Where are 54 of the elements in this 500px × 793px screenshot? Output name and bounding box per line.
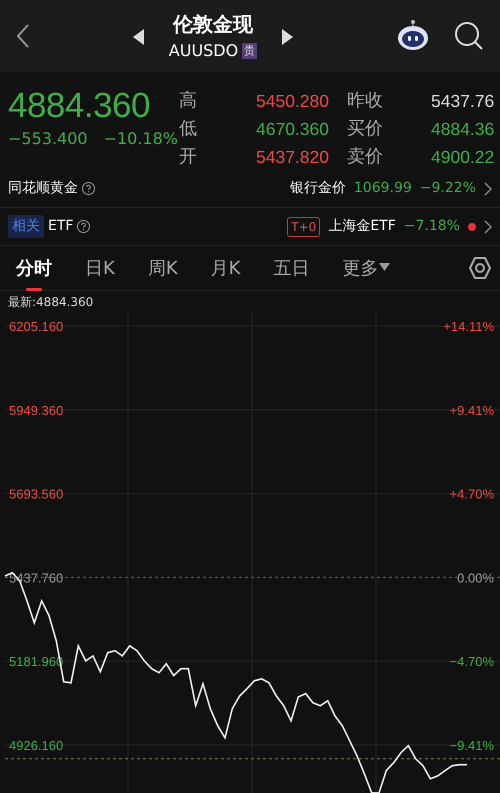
section-title: ETF xyxy=(48,217,74,236)
chart-tab[interactable]: 日K xyxy=(85,254,115,282)
chart-tab[interactable]: 五日 xyxy=(273,254,310,282)
chart-tab[interactable]: 周K xyxy=(148,254,178,282)
percent-change: −7.18% xyxy=(404,217,460,236)
axis-label: 0.00% xyxy=(457,570,494,586)
stat-label: 低 xyxy=(179,117,198,141)
page-title: 伦敦金现 xyxy=(173,11,253,38)
label: 银行金价 xyxy=(290,179,346,198)
stat-label: 卖价 xyxy=(347,145,384,169)
axis-label: −9.41% xyxy=(450,738,494,753)
stat-value: 4670.360 xyxy=(255,118,330,141)
latest-price-label: 最新:4884.360 xyxy=(7,294,94,311)
chart-tab[interactable]: 分时 xyxy=(16,254,52,290)
settings-icon[interactable] xyxy=(468,256,492,280)
axis-label: 4926.160 xyxy=(9,738,64,753)
related-tag: 相关 xyxy=(8,215,44,238)
stat-label: 买价 xyxy=(347,117,384,141)
axis-label: +9.41% xyxy=(450,402,494,418)
last-price: 4884.360 xyxy=(8,88,151,123)
percent-change: −10.18% xyxy=(104,128,178,150)
stat-value: 4900.22 xyxy=(431,146,496,169)
stat-value: 5437.820 xyxy=(255,146,330,169)
trading-tag: T+0 xyxy=(287,216,320,236)
symbol-code: AUUSDO xyxy=(168,40,238,62)
axis-label: −4.70% xyxy=(450,654,494,670)
back-icon[interactable] xyxy=(16,23,30,49)
stat-value: 4884.36 xyxy=(431,118,496,141)
price-value: 1069.99 xyxy=(354,179,412,198)
robot-icon[interactable] xyxy=(396,19,430,53)
axis-label: 6205.160 xyxy=(9,318,64,334)
previous-icon[interactable] xyxy=(132,28,145,45)
axis-label: 5693.560 xyxy=(9,486,64,502)
section-title: 同花顺黄金 xyxy=(8,179,78,198)
percent-change: −9.22% xyxy=(420,179,476,198)
axis-label: 5949.360 xyxy=(9,402,64,418)
chart-tab[interactable]: 月K xyxy=(210,254,240,282)
axis-label: +14.11% xyxy=(443,318,494,334)
search-icon[interactable] xyxy=(454,21,484,51)
price-change: −553.400 xyxy=(8,128,88,150)
help-icon[interactable] xyxy=(77,220,90,233)
stat-label: 高 xyxy=(179,89,198,113)
help-icon[interactable] xyxy=(82,182,95,195)
axis-label: +4.70% xyxy=(450,486,494,502)
stat-label: 开 xyxy=(179,145,198,169)
stat-value: 5450.280 xyxy=(255,90,330,113)
stat-label: 昨收 xyxy=(347,89,384,113)
category-badge: 贵 xyxy=(242,42,258,60)
next-icon[interactable] xyxy=(281,28,294,45)
fund-name: 上海金ETF xyxy=(328,217,396,236)
chevron-right-icon[interactable] xyxy=(484,220,492,234)
stat-value: 5437.76 xyxy=(431,90,496,113)
chart-tab[interactable]: 更多 xyxy=(342,254,390,282)
chevron-right-icon[interactable] xyxy=(484,182,492,196)
